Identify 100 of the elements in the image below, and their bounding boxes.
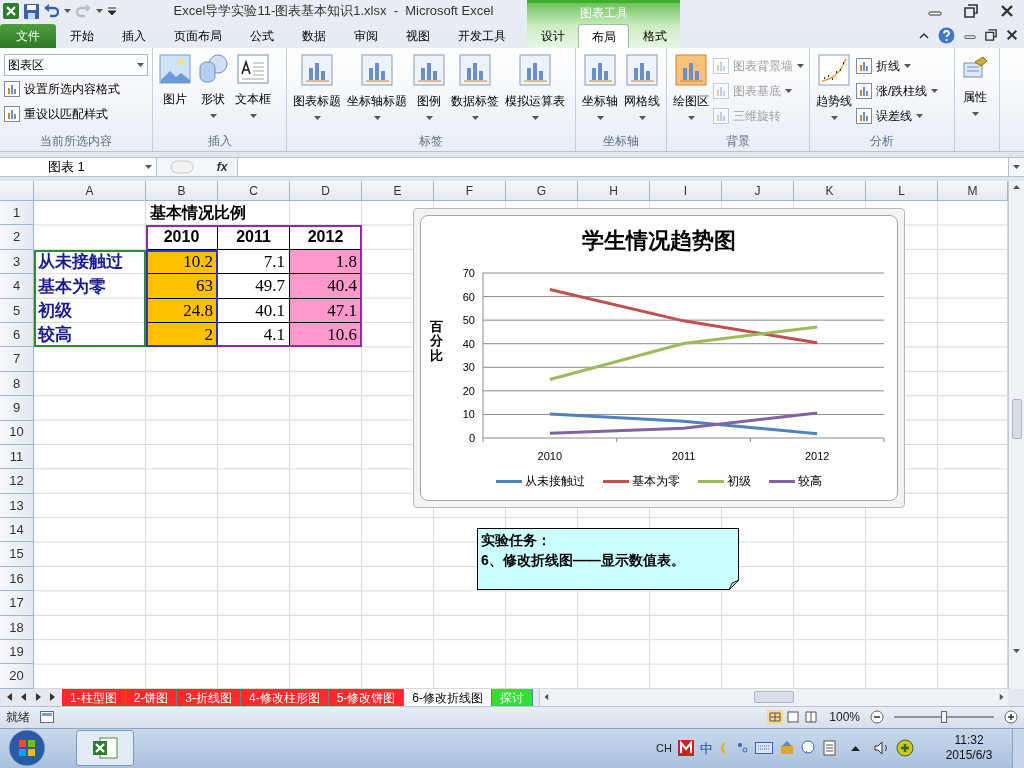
name-box[interactable]: 图表 1 — [0, 158, 157, 176]
row-header[interactable]: 10 — [0, 420, 34, 445]
row-header[interactable]: 8 — [0, 371, 34, 397]
ribbon-button[interactable]: 坐标轴 — [580, 54, 620, 122]
page-break-view-icon[interactable] — [803, 710, 820, 725]
row-header[interactable]: 14 — [0, 518, 34, 543]
row-header[interactable]: 9 — [0, 396, 34, 421]
normal-view-icon[interactable] — [767, 710, 784, 725]
clock-time[interactable]: 11:32 — [954, 733, 984, 749]
column-header[interactable]: G — [506, 181, 578, 200]
zoom-slider-thumb[interactable] — [941, 711, 947, 724]
zoom-out-icon[interactable] — [870, 710, 884, 725]
zoom-slider[interactable] — [894, 711, 994, 724]
row-header[interactable]: 3 — [0, 249, 34, 275]
ribbon-tab[interactable]: 文件 — [0, 24, 56, 48]
column-header[interactable]: L — [866, 181, 938, 200]
ribbon-button[interactable]: 绘图区 — [671, 54, 711, 122]
ribbon-tab[interactable]: 格式 — [629, 24, 680, 48]
ribbon-button[interactable]: 图例 — [411, 54, 447, 122]
ribbon-button[interactable]: 属性 — [959, 54, 991, 118]
zoom-in-icon[interactable] — [1004, 710, 1018, 725]
row-header[interactable]: 15 — [0, 542, 34, 567]
row-header[interactable]: 18 — [0, 615, 34, 641]
restore-icon[interactable] — [985, 29, 997, 41]
row-header[interactable]: 2 — [0, 225, 34, 250]
chevron-up-icon[interactable] — [919, 31, 929, 39]
row-header[interactable]: 17 — [0, 591, 34, 616]
ribbon-button[interactable]: 折线 — [856, 54, 939, 78]
row-header[interactable]: 5 — [0, 298, 34, 323]
document-icon[interactable] — [823, 740, 837, 757]
save-icon[interactable] — [24, 3, 39, 19]
ribbon-button[interactable]: 网格线 — [622, 54, 662, 122]
ribbon-button[interactable]: 坐标轴标题 — [345, 54, 409, 122]
speaker-icon[interactable] — [874, 741, 890, 756]
punctuation-icon[interactable] — [737, 742, 749, 755]
column-header[interactable]: E — [362, 181, 434, 200]
ribbon-button[interactable]: 数据标签 — [449, 54, 501, 122]
page-layout-view-icon[interactable] — [785, 710, 802, 725]
note-shape[interactable]: 实验任务： 6、修改折线图——显示数值表。 — [477, 528, 739, 590]
row-header[interactable]: 12 — [0, 469, 34, 494]
ribbon-button[interactable]: 重设以匹配样式 — [4, 102, 148, 126]
plus-circle-icon[interactable] — [896, 739, 914, 758]
row-header[interactable]: 1 — [0, 201, 34, 226]
vertical-scrollbar[interactable] — [1008, 181, 1024, 689]
ime-icon[interactable] — [678, 740, 694, 757]
ribbon-button[interactable]: 形状 — [195, 54, 231, 120]
row-header[interactable]: 11 — [0, 444, 34, 470]
ribbon-button[interactable]: 设置所选内容格式 — [4, 77, 148, 101]
column-header[interactable]: B — [146, 181, 218, 200]
ribbon-button[interactable]: 图表标题 — [291, 54, 343, 122]
ribbon-button[interactable]: 趋势线 — [814, 54, 854, 122]
row-header[interactable]: 16 — [0, 566, 34, 592]
column-header[interactable]: D — [290, 181, 362, 200]
chart-element-dropdown[interactable]: 图表区 — [4, 54, 148, 76]
customize-toolbar-icon[interactable] — [108, 6, 116, 16]
ribbon-tab[interactable]: 数据 — [288, 24, 340, 48]
chat-icon[interactable] — [801, 740, 817, 757]
ime-mode[interactable]: 中 — [700, 738, 713, 758]
column-header[interactable]: K — [794, 181, 866, 200]
ribbon-button[interactable]: 模拟运算表 — [503, 54, 567, 122]
macro-record-icon[interactable] — [40, 711, 54, 724]
column-header[interactable]: C — [218, 181, 290, 200]
column-header[interactable]: H — [578, 181, 650, 200]
formula-input[interactable] — [237, 158, 1008, 176]
ribbon-button[interactable]: 误差线 — [856, 104, 939, 128]
ribbon-tab[interactable]: 开始 — [56, 24, 108, 48]
scrollbar-thumb[interactable] — [754, 691, 794, 704]
close-icon[interactable] — [1000, 4, 1014, 18]
row-header[interactable]: 19 — [0, 640, 34, 665]
keyboard-icon[interactable] — [755, 742, 773, 755]
spreadsheet-logo-icon[interactable] — [3, 3, 19, 19]
help-icon[interactable] — [938, 26, 955, 44]
column-header[interactable]: F — [434, 181, 506, 200]
close-icon[interactable] — [1006, 29, 1018, 41]
ribbon-tab[interactable]: 页面布局 — [160, 24, 236, 48]
restore-icon[interactable] — [964, 4, 978, 18]
ribbon-tab[interactable]: 开发工具 — [444, 24, 520, 48]
show-hidden-icons[interactable] — [851, 745, 860, 752]
chart-frame[interactable]: 学生情况趋势图 百分比 0 10 20 30 40 50 60 70 2010 2011 2012 从未接触过 基本为零 初级 较高 — [413, 208, 905, 508]
start-button-icon[interactable] — [8, 729, 46, 768]
column-header[interactable]: I — [650, 181, 722, 200]
column-header[interactable]: J — [722, 181, 794, 200]
row-header[interactable]: 6 — [0, 322, 34, 348]
row-header[interactable]: 4 — [0, 274, 34, 299]
insert-function-button[interactable]: fx — [207, 158, 237, 176]
undo-icon[interactable] — [44, 4, 59, 18]
row-header[interactable]: 7 — [0, 347, 34, 372]
scrollbar-thumb[interactable] — [1011, 399, 1022, 439]
ribbon-tab[interactable]: 布局 — [578, 24, 629, 48]
ribbon-tab[interactable]: 设计 — [527, 24, 578, 48]
zoom-level[interactable]: 100% — [829, 708, 860, 727]
input-language[interactable]: CH — [656, 740, 672, 757]
ribbon-tab[interactable]: 公式 — [236, 24, 288, 48]
row-header[interactable]: 13 — [0, 493, 34, 519]
ribbon-tab[interactable]: 插入 — [108, 24, 160, 48]
column-header[interactable]: A — [34, 181, 146, 200]
taskbar-app-button[interactable] — [76, 730, 134, 767]
clock-date[interactable]: 2015/6/3 — [945, 748, 993, 764]
ribbon-button[interactable]: 图片 — [157, 54, 193, 108]
ribbon-tab[interactable]: 视图 — [392, 24, 444, 48]
